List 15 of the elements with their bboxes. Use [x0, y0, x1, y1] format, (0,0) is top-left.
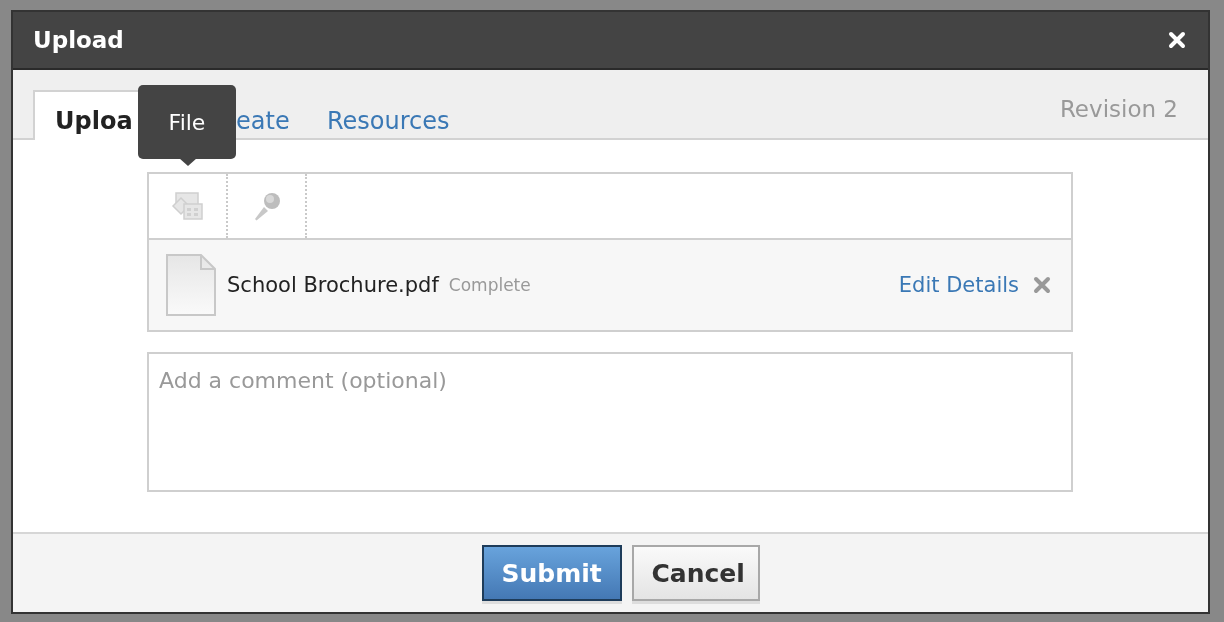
revision-label: Revision 2	[1059, 96, 1178, 122]
close-icon[interactable]	[1168, 31, 1186, 49]
tooltip-arrow	[179, 158, 197, 166]
dialog-title: Upload	[33, 27, 124, 53]
remove-icon[interactable]	[1033, 276, 1051, 294]
edit-details-link[interactable]: Edit Details	[898, 273, 1019, 297]
file-name: School Brochure.pdf	[227, 273, 439, 297]
submit-button[interactable]: Submit	[481, 545, 622, 601]
file-cards-icon[interactable]	[170, 190, 205, 222]
document-icon	[165, 253, 217, 317]
cancel-button[interactable]: Cancel	[631, 545, 760, 601]
comment-field[interactable]: Add a comment (optional)	[147, 352, 1073, 492]
tab[interactable]: Resources	[325, 90, 458, 140]
tooltip: File	[138, 85, 236, 159]
upload-status: Complete	[448, 275, 531, 295]
